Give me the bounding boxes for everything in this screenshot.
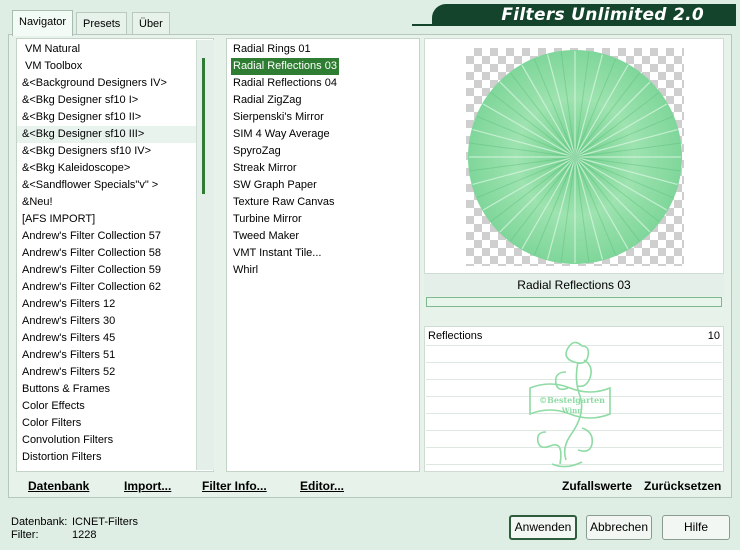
editor-button[interactable]: Editor... [300, 479, 344, 493]
random-values-button[interactable]: Zufallswerte [562, 479, 632, 493]
filter-item[interactable]: SIM 4 Way Average [227, 126, 419, 143]
category-scrollbar[interactable] [196, 40, 214, 470]
category-item[interactable]: Andrew's Filter Collection 58 [17, 245, 213, 262]
category-item[interactable]: &<Bkg Designer sf10 III> [17, 126, 213, 143]
db-value: ICNET-Filters [72, 516, 138, 528]
db-label: Datenbank: [11, 516, 68, 528]
filter-count-label: Filter: [11, 529, 39, 541]
filter-item[interactable]: Radial Reflections 03 [227, 58, 419, 75]
selected-filter-name: Radial Reflections 03 [424, 274, 724, 296]
filter-item[interactable]: Tweed Maker [227, 228, 419, 245]
category-item[interactable]: Andrew's Filters 30 [17, 313, 213, 330]
filter-item-label: SIM 4 Way Average [233, 128, 330, 140]
help-button[interactable]: Hilfe [662, 515, 730, 540]
category-item[interactable]: &<Sandflower Specials"v" > [17, 177, 213, 194]
import-button[interactable]: Import... [124, 479, 171, 493]
filter-item-label: Radial Reflections 04 [233, 77, 337, 89]
filter-item[interactable]: VMT Instant Tile... [227, 245, 419, 262]
filter-item[interactable]: Radial Rings 01 [227, 41, 419, 58]
param-value[interactable]: 10 [690, 330, 720, 342]
category-item[interactable]: &<Bkg Designer sf10 II> [17, 109, 213, 126]
watermark-logo: ©Bestelgarten Winn [529, 341, 611, 468]
category-item[interactable]: Andrew's Filters 12 [17, 296, 213, 313]
category-item[interactable]: Andrew's Filters 51 [17, 347, 213, 364]
filter-item-label: Texture Raw Canvas [233, 196, 335, 208]
watermark-text: ©Bestelgarten [539, 395, 605, 405]
tab-navigator[interactable]: Navigator [12, 10, 74, 36]
category-item[interactable]: &Neu! [17, 194, 213, 211]
category-item[interactable]: Distortion Filters [17, 449, 213, 466]
category-item[interactable]: &<Bkg Designer sf10 I> [17, 92, 213, 109]
category-list[interactable]: VM Natural VM Toolbox &<Background Designe… [16, 38, 214, 472]
category-item[interactable]: Andrew's Filter Collection 57 [17, 228, 213, 245]
category-item[interactable]: [AFS IMPORT] [17, 211, 213, 228]
progress-bar [426, 297, 722, 307]
filter-item-label: VMT Instant Tile... [233, 247, 322, 259]
filter-item[interactable]: Radial ZigZag [227, 92, 419, 109]
watermark-text-2: Winn [561, 406, 583, 415]
param-label: Reflections [428, 330, 483, 342]
tab-presets[interactable]: Presets [76, 12, 128, 34]
category-item[interactable]: VM Natural [17, 41, 213, 58]
category-item[interactable]: Color Filters [17, 415, 213, 432]
filter-item-label: Streak Mirror [233, 162, 297, 174]
category-item[interactable]: &<Background Designers IV> [17, 75, 213, 92]
filter-item[interactable]: SpyroZag [227, 143, 419, 160]
category-item[interactable]: Andrew's Filters 52 [17, 364, 213, 381]
filter-item-label: Turbine Mirror [233, 213, 302, 225]
filter-item-label: Tweed Maker [233, 230, 300, 242]
reset-button[interactable]: Zurücksetzen [644, 479, 721, 493]
filter-list[interactable]: Radial Rings 01 Radial Reflections 03 Radi… [226, 38, 420, 472]
filter-info-button[interactable]: Filter Info... [202, 479, 267, 493]
filter-item[interactable]: Sierpenski's Mirror [227, 109, 419, 126]
filter-item[interactable]: SW Graph Paper [227, 177, 419, 194]
app-title: Filters Unlimited 2.0 [432, 4, 736, 26]
cancel-button[interactable]: Abbrechen [586, 515, 652, 540]
category-item[interactable]: Buttons & Frames [17, 381, 213, 398]
database-button[interactable]: Datenbank [28, 479, 89, 493]
category-item[interactable]: Andrew's Filter Collection 59 [17, 262, 213, 279]
filter-item[interactable]: Texture Raw Canvas [227, 194, 419, 211]
filter-item-label: Sierpenski's Mirror [233, 111, 324, 123]
category-item[interactable]: &<Bkg Kaleidoscope> [17, 160, 213, 177]
filter-count-value: 1228 [72, 529, 97, 541]
apply-button[interactable]: Anwenden [509, 515, 577, 540]
category-item[interactable]: Convolution Filters [17, 432, 213, 449]
category-item[interactable]: Andrew's Filter Collection 62 [17, 279, 213, 296]
filter-item-label: Radial ZigZag [233, 94, 302, 106]
filter-item-label: SW Graph Paper [233, 179, 317, 191]
category-item[interactable]: &<Bkg Designers sf10 IV> [17, 143, 213, 160]
filter-item-label: Radial Reflections 03 [231, 58, 339, 75]
category-scroll-thumb[interactable] [202, 58, 205, 194]
category-item[interactable]: Color Effects [17, 398, 213, 415]
category-item[interactable]: VM Toolbox [17, 58, 213, 75]
filter-item[interactable]: Streak Mirror [227, 160, 419, 177]
tab-uber[interactable]: Über [132, 12, 170, 34]
filter-item[interactable]: Radial Reflections 04 [227, 75, 419, 92]
preview-image [468, 50, 682, 264]
filter-item[interactable]: Whirl [227, 262, 419, 279]
filter-item-label: SpyroZag [233, 145, 281, 157]
category-item[interactable]: Andrew's Filters 45 [17, 330, 213, 347]
filter-item-label: Radial Rings 01 [233, 43, 311, 55]
filter-item[interactable]: Turbine Mirror [227, 211, 419, 228]
filter-item-label: Whirl [233, 264, 259, 276]
